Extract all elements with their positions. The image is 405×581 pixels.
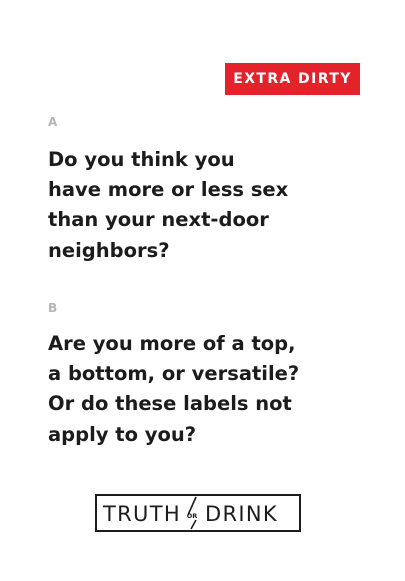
logo-slash-lower [190,519,197,530]
question-b-line: apply to you? [48,422,197,446]
question-a-text: Do you think you have more or less sex t… [48,145,308,266]
question-b-line: Are you more of a top, [48,332,296,355]
question-b-text: Are you more of a top, a bottom, or vers… [48,329,308,450]
question-a-line: have more or less sex [48,178,289,202]
question-b-line: a bottom, or versatile? [48,362,300,386]
logo-connector-or: OR [187,512,198,520]
question-a-line: neighbors? [48,238,170,262]
truth-or-drink-logo: TRUTH OR DRINK [95,494,301,532]
question-a-line: than your next-door [48,208,269,232]
question-card: EXTRA DIRTY A Do you think you have more… [0,0,405,581]
question-a-label: A [48,115,58,129]
question-b-line: Or do these labels not [48,392,292,416]
difficulty-badge: EXTRA DIRTY [225,63,360,95]
question-b-label: B [48,301,58,315]
logo-word-truth: TRUTH [102,502,181,526]
question-a-line: Do you think you [48,148,235,171]
logo-word-drink: DRINK [205,502,278,526]
